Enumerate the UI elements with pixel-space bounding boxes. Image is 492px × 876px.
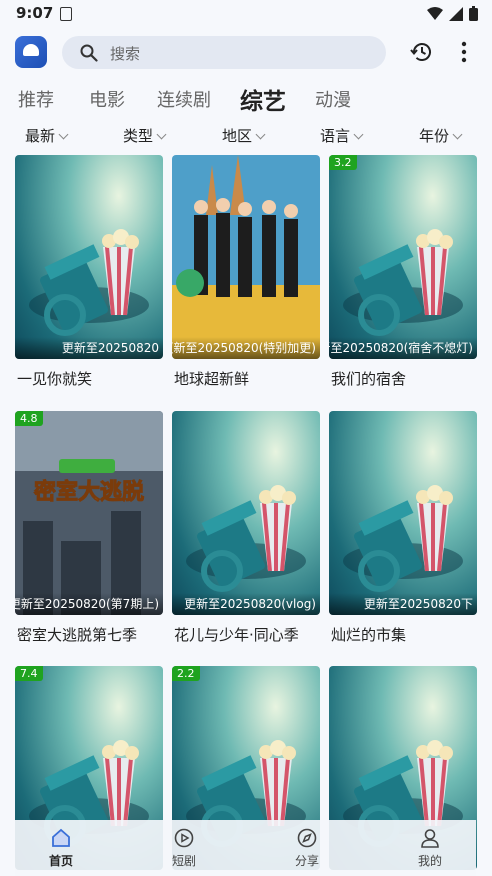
poster-image[interactable]: 更新至20250820(vlog) <box>172 411 320 615</box>
update-overlay: 更新至20250820(vlog) <box>172 593 320 615</box>
status-bar: 9:07 <box>0 0 492 28</box>
poster-image[interactable]: 3.2 更新至20250820(宿舍不熄灯) <box>329 155 477 359</box>
history-icon[interactable] <box>410 40 434 64</box>
card-title: 密室大逃脱第七季 <box>17 626 138 644</box>
card-title: 花儿与少年·同心季 <box>174 626 299 644</box>
battery-icon <box>469 6 478 21</box>
filter-latest[interactable]: 最新 <box>25 125 69 146</box>
sim-icon <box>60 7 72 21</box>
update-status: 更新至20250820(第7期上) <box>15 597 159 611</box>
search-bar[interactable]: 搜索 <box>62 36 386 69</box>
tab-movie[interactable]: 电影 <box>89 86 125 112</box>
signal-icon <box>449 6 463 21</box>
filter-year[interactable]: 年份 <box>419 125 463 146</box>
more-vert-icon[interactable] <box>456 40 472 64</box>
tab-series[interactable]: 连续剧 <box>157 86 211 112</box>
chevron-down-icon <box>353 129 364 140</box>
svg-text:密室大逃脱: 密室大逃脱 <box>34 479 144 505</box>
tab-anime[interactable]: 动漫 <box>315 86 351 112</box>
filter-language[interactable]: 语言 <box>320 125 364 146</box>
chevron-down-icon <box>452 129 463 140</box>
update-overlay: 更新至20250820(宿舍不熄灯) <box>329 337 477 359</box>
card-title: 一见你就笑 <box>17 370 93 388</box>
status-icons <box>427 6 478 21</box>
rating-badge: 2.2 <box>172 666 200 681</box>
rating-badge: 3.2 <box>329 155 357 170</box>
chevron-down-icon <box>255 129 266 140</box>
nav-shorts[interactable]: 短剧 <box>154 820 214 876</box>
tab-variety[interactable]: 综艺 <box>240 82 286 116</box>
search-icon <box>80 44 98 62</box>
rating-badge: 7.4 <box>15 666 43 681</box>
bottom-nav: 首页 短剧 分享 我的 <box>15 820 476 876</box>
update-status: 更新至20250820 <box>61 341 159 355</box>
top-bar: 搜索 <box>0 28 492 78</box>
poster-image[interactable]: 密室大逃脱 4.8 更新至20250820(第7期上) <box>15 411 163 615</box>
status-time: 9:07 <box>16 4 54 22</box>
compass-icon <box>297 828 317 848</box>
app-logo[interactable] <box>15 36 47 68</box>
wifi-icon <box>427 6 443 20</box>
rating-badge: 4.8 <box>15 411 43 426</box>
poster-art: 密室大逃脱 <box>15 411 163 615</box>
update-overlay: 更新至20250820(第7期上) <box>15 593 163 615</box>
chevron-down-icon <box>58 129 69 140</box>
chevron-down-icon <box>156 129 167 140</box>
filter-bar: 最新 类型 地区 语言 年份 <box>0 122 492 148</box>
category-tabs: 推荐 电影 连续剧 综艺 动漫 <box>0 78 492 116</box>
placeholder-art <box>343 485 463 592</box>
search-placeholder: 搜索 <box>110 45 141 63</box>
placeholder-art <box>343 229 463 336</box>
poster-image[interactable]: 更新至20250820(特别加更) <box>172 155 320 359</box>
poster-art <box>172 155 320 359</box>
filter-region[interactable]: 地区 <box>222 125 266 146</box>
tab-recommend[interactable]: 推荐 <box>18 86 54 112</box>
nav-mine[interactable]: 我的 <box>400 820 460 876</box>
update-status: 更新至20250820下 <box>363 597 473 611</box>
card-title: 地球超新鲜 <box>174 370 250 388</box>
placeholder-art <box>29 229 149 336</box>
placeholder-art <box>186 485 306 592</box>
nav-home[interactable]: 首页 <box>31 820 91 876</box>
update-overlay: 更新至20250820下 <box>329 593 477 615</box>
update-status: 更新至20250820(vlog) <box>184 597 316 611</box>
user-icon <box>421 829 439 848</box>
poster-image[interactable]: 更新至20250820下 <box>329 411 477 615</box>
update-status: 更新至20250820(宿舍不熄灯) <box>329 341 473 355</box>
update-overlay: 更新至20250820 <box>15 337 163 359</box>
nav-share[interactable]: 分享 <box>277 820 337 876</box>
poster-image[interactable]: 更新至20250820 <box>15 155 163 359</box>
filter-type[interactable]: 类型 <box>123 125 167 146</box>
home-icon <box>52 828 70 847</box>
update-overlay: 更新至20250820(特别加更) <box>172 337 320 359</box>
card-title: 灿烂的市集 <box>331 626 407 644</box>
card-title: 我们的宿舍 <box>331 370 407 388</box>
play-circle-icon <box>174 828 194 848</box>
update-status: 更新至20250820(特别加更) <box>172 341 316 355</box>
